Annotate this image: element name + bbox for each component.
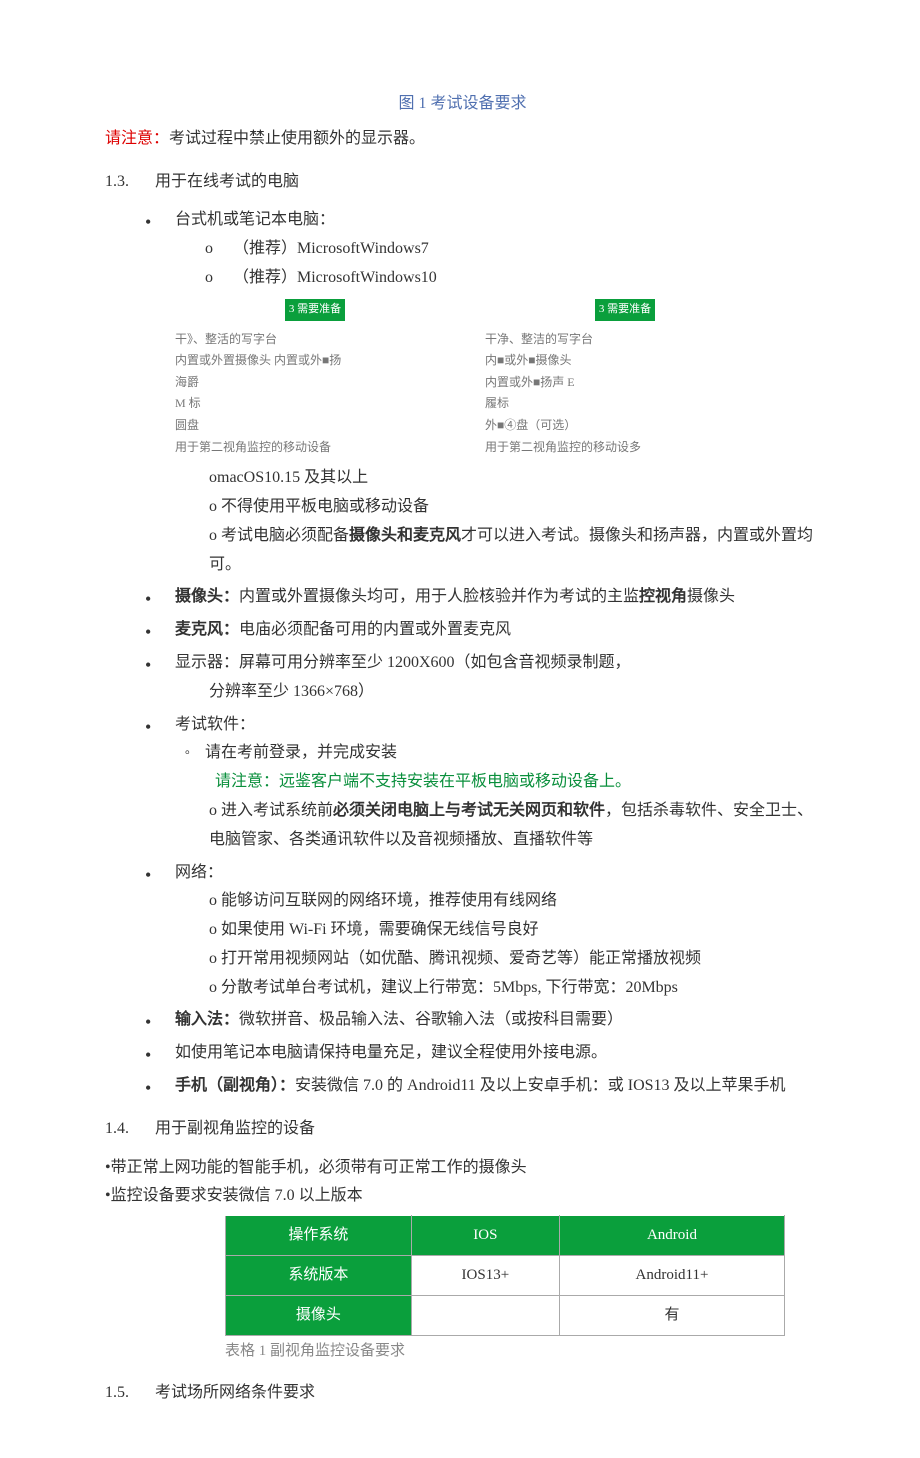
diag-line: 干净、整洁的写字台	[485, 329, 765, 351]
bullet-display: 显示器：屏幕可用分辨率至少 1200X600（如包含音视频录制题， 分辨率至少 …	[175, 649, 820, 707]
table-cell: Android11+	[559, 1256, 784, 1296]
section-1-5-heading: 1.5. 考试场所网络条件要求	[105, 1379, 820, 1408]
section-1-4-heading: 1.4. 用于副视角监控的设备	[105, 1115, 820, 1144]
table-row: 系统版本 IOS13+ Android11+	[226, 1256, 785, 1296]
diagram-left-col: 3 需要准备 干》、整活的写字台 内置或外置摄像头 内置或外■扬 海爵 M 标 …	[175, 299, 455, 458]
diagram-label: 3 需要准备	[595, 299, 655, 321]
diag-line: 用于第二视角监控的移动设多	[485, 437, 765, 459]
sub-item: o（推荐）MicrosoftWindows7	[205, 235, 820, 264]
bullet-ime: 输入法：微软拼音、极品输入法、谷歌输入法（或按科目需要）	[175, 1006, 820, 1035]
diag-line: 外■④盘（可选）	[485, 415, 765, 437]
sub-item: o 如果使用 Wi-Fi 环境，需要确保无线信号良好	[209, 916, 820, 945]
requirements-diagram: 3 需要准备 干》、整活的写字台 内置或外置摄像头 内置或外■扬 海爵 M 标 …	[175, 299, 820, 458]
section-number: 1.4.	[105, 1120, 129, 1137]
diag-line: 内置或外置摄像头 内置或外■扬	[175, 350, 455, 372]
bullet-power: 如使用笔记本电脑请保持电量充足，建议全程使用外接电源。	[175, 1039, 820, 1068]
bullet-software: 考试软件： 请在考前登录，并完成安装 请注意：远鉴客户端不支持安装在平板电脑或移…	[175, 711, 820, 855]
sub-item: 分辨率至少 1366×768）	[209, 678, 820, 707]
diag-line: 内置或外■扬声 E	[485, 372, 765, 394]
diag-line: M 标	[175, 393, 455, 415]
section-number: 1.5.	[105, 1384, 129, 1401]
diag-line: 干》、整活的写字台	[175, 329, 455, 351]
table-caption: 表格 1 副视角监控设备要求	[225, 1338, 820, 1365]
bullet-network: 网络： o 能够访问互联网的网络环境，推荐使用有线网络 o 如果使用 Wi-Fi…	[175, 859, 820, 1003]
sub-item: omacOS10.15 及其以上	[209, 464, 820, 493]
sub-item: o 进入考试系统前必须关闭电脑上与考试无关网页和软件，包括杀毒软件、安全卫士、电…	[209, 797, 820, 855]
text-line: •监控设备要求安装微信 7.0 以上版本	[105, 1182, 820, 1211]
sub-item: o 能够访问互联网的网络环境，推荐使用有线网络	[209, 887, 820, 916]
sub-item: o 分散考试单台考试机，建议上行带宽：5Mbps, 下行带宽：20Mbps	[209, 974, 820, 1003]
text-line: •带正常上网功能的智能手机，必须带有可正常工作的摄像头	[105, 1154, 820, 1183]
table-header: IOS	[411, 1216, 559, 1256]
table-row: 操作系统 IOS Android	[226, 1216, 785, 1256]
software-notice: 请注意：远鉴客户端不支持安装在平板电脑或移动设备上。	[215, 768, 820, 797]
bullet-microphone: 麦克风：电庙必须配备可用的内置或外置麦克风	[175, 616, 820, 645]
diag-line: 履标	[485, 393, 765, 415]
notice-label: 请注意：	[105, 130, 169, 147]
section-title: 考试场所网络条件要求	[155, 1384, 315, 1401]
diagram-label: 3 需要准备	[285, 299, 345, 321]
table-cell: IOS13+	[411, 1256, 559, 1296]
bullet-phone: 手机（副视角）：安装微信 7.0 的 Android11 及以上安卓手机：或 I…	[175, 1072, 820, 1101]
notice-text: 考试过程中禁止使用额外的显示器。	[169, 130, 425, 147]
diag-line: 内■或外■摄像头	[485, 350, 765, 372]
sub-item: o 打开常用视频网站（如优酷、腾讯视频、爱奇艺等）能正常播放视频	[209, 945, 820, 974]
diagram-right-col: 3 需要准备 干净、整洁的写字台 内■或外■摄像头 内置或外■扬声 E 履标 外…	[485, 299, 765, 458]
bullet-computer: 台式机或笔记本电脑： o（推荐）MicrosoftWindows7 o（推荐）M…	[175, 206, 820, 579]
diag-line: 用于第二视角监控的移动设备	[175, 437, 455, 459]
section-title: 用于副视角监控的设备	[155, 1120, 315, 1137]
sub-item: 请在考前登录，并完成安装	[205, 739, 820, 768]
bullet-camera: 摄像头：内置或外置摄像头均可，用于人脸核验并作为考试的主监控视角摄像头	[175, 583, 820, 612]
section-1-3-heading: 1.3. 用于在线考试的电脑	[105, 168, 820, 197]
notice-line: 请注意：考试过程中禁止使用额外的显示器。	[105, 125, 820, 154]
bullet-text: 台式机或笔记本电脑：	[175, 211, 335, 228]
sub-item: o（推荐）MicrosoftWindows10	[205, 264, 820, 293]
table-header: 操作系统	[226, 1216, 412, 1256]
section-title: 用于在线考试的电脑	[155, 173, 299, 190]
section-number: 1.3.	[105, 173, 129, 190]
sub-item: o 考试电脑必须配备摄像头和麦克风才可以进入考试。摄像头和扬声器，内置或外置均可…	[209, 522, 820, 580]
diag-line: 海爵	[175, 372, 455, 394]
sub-item: o 不得使用平板电脑或移动设备	[209, 493, 820, 522]
figure-caption: 图 1 考试设备要求	[105, 90, 820, 119]
table-header: Android	[559, 1216, 784, 1256]
diag-line: 圆盘	[175, 415, 455, 437]
table-rowhead: 系统版本	[226, 1256, 412, 1296]
device-requirements-table: 操作系统 IOS Android 系统版本 IOS13+ Android11+ …	[225, 1215, 785, 1336]
